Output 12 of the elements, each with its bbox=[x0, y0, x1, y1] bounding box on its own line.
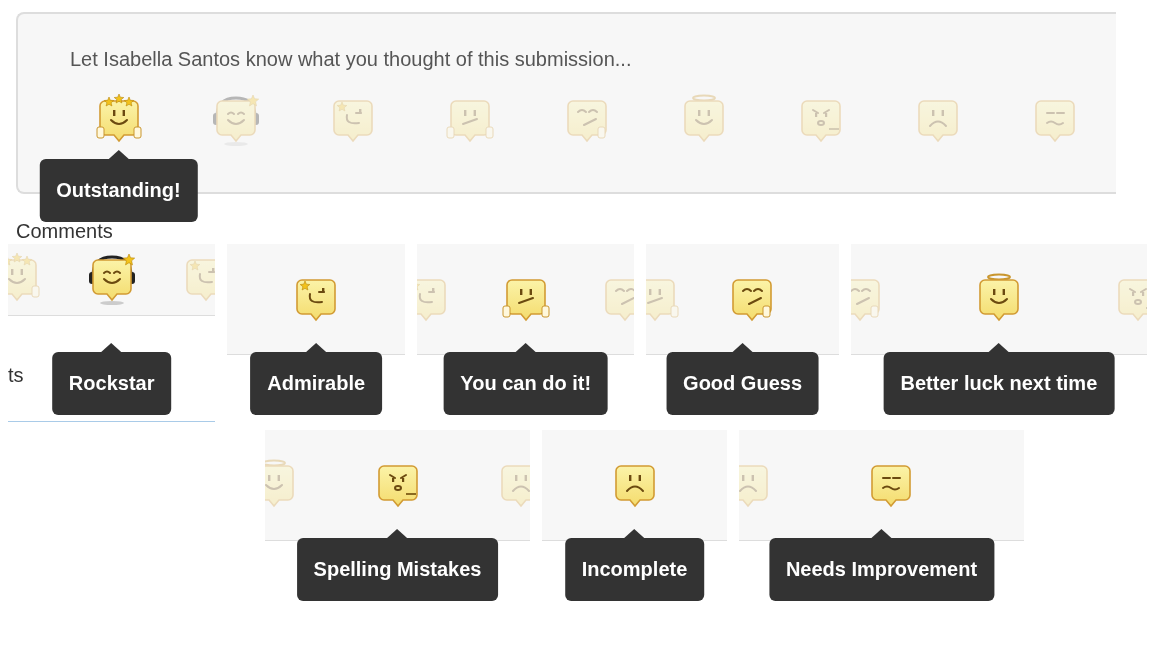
tooltip: Rockstar bbox=[51, 352, 172, 415]
tooltip: You can do it! bbox=[443, 352, 609, 415]
tooltip: Spelling Mistakes bbox=[296, 538, 499, 601]
tooltip: Admirable bbox=[250, 352, 383, 415]
comments-heading: Comments bbox=[16, 220, 114, 244]
feedback-prompt: Let Isabella Santos know what you thought of this submission... bbox=[70, 48, 632, 71]
tooltip: Good Guess bbox=[666, 352, 819, 415]
tooltip: Incomplete bbox=[564, 538, 705, 601]
tooltip: Better luck next time bbox=[883, 352, 1115, 415]
partial-text: ts bbox=[8, 363, 24, 387]
tooltip: Outstanding! bbox=[39, 159, 198, 222]
tooltip: Needs Improvement bbox=[768, 538, 995, 601]
